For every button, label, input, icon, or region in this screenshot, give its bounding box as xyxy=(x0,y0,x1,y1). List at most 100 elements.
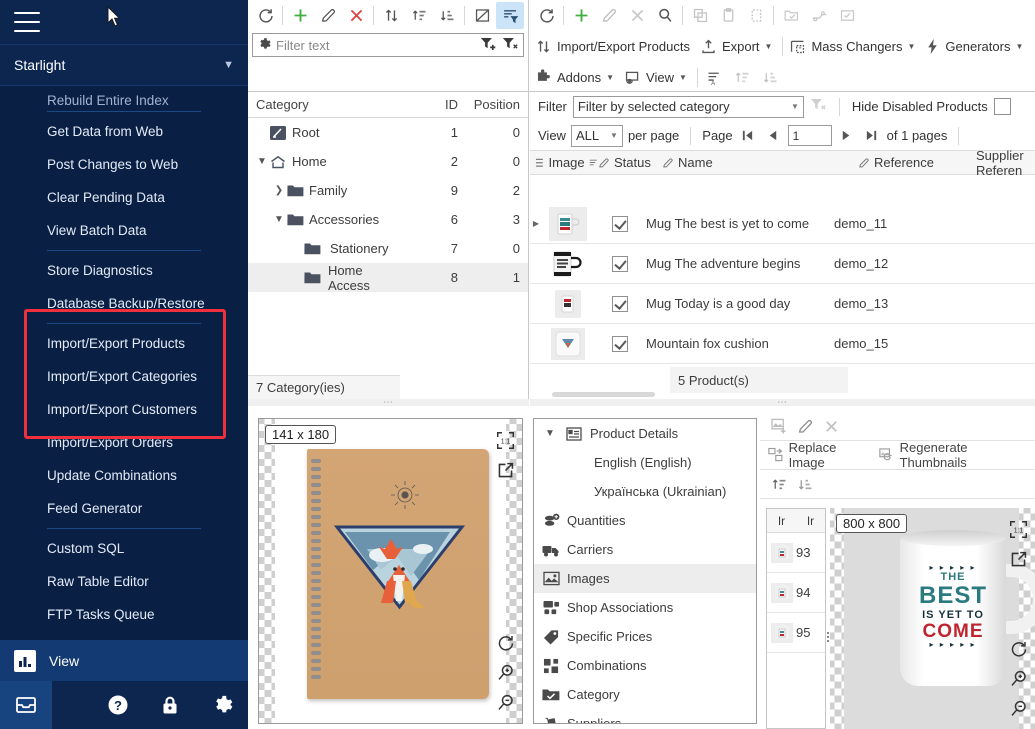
generators-button[interactable]: Generators ▼ xyxy=(922,33,1030,60)
status-checkbox[interactable] xyxy=(612,216,628,232)
category-row-family[interactable]: ❯ Family 9 2 xyxy=(248,176,528,205)
lock-icon[interactable] xyxy=(144,681,196,729)
add-image-icon[interactable] xyxy=(766,413,792,439)
fit-1to1-icon[interactable]: 1:1 xyxy=(1005,514,1031,544)
addons-button[interactable]: Addons ▼ xyxy=(532,64,621,91)
sidebar-item-post-changes-to-web[interactable]: Post Changes to Web xyxy=(0,148,248,181)
export-button[interactable]: Export ▼ xyxy=(697,33,780,60)
sidebar-item-view-batch-data[interactable]: View Batch Data xyxy=(0,214,248,247)
sidebar-item-rebuild-entire-index[interactable]: Rebuild Entire Index xyxy=(0,86,248,108)
column-header-image-id[interactable]: Ir xyxy=(796,509,825,532)
horizontal-scrollbar[interactable] xyxy=(552,392,655,397)
twisty-right-icon[interactable]: ❯ xyxy=(271,185,287,196)
column-header-supplier-reference[interactable]: Supplier Referen xyxy=(976,148,1035,178)
sort-asc-icon[interactable] xyxy=(766,471,792,497)
page-number-input[interactable]: 1 xyxy=(788,125,832,146)
refresh-icon[interactable] xyxy=(532,2,560,29)
zoom-in-icon[interactable] xyxy=(492,657,518,687)
filter-clear-icon[interactable] xyxy=(502,36,519,55)
filter-add-icon[interactable] xyxy=(480,36,497,55)
column-header-image-thumb[interactable]: Ir xyxy=(767,509,796,532)
refresh-icon[interactable] xyxy=(251,2,279,29)
rotate-icon[interactable] xyxy=(1005,633,1031,663)
column-header-image[interactable]: Image xyxy=(549,155,585,170)
category-row-home-access[interactable]: Home Access 8 1 xyxy=(248,263,528,292)
column-header-id[interactable]: ID xyxy=(400,97,458,112)
per-page-combo[interactable]: ALL ▼ xyxy=(571,125,623,147)
sidebar-item-feed-generator[interactable]: Feed Generator xyxy=(0,492,248,525)
first-page-button[interactable] xyxy=(738,126,758,146)
product-details-item-combinations[interactable]: Combinations xyxy=(534,651,756,680)
regenerate-thumbnails-button[interactable]: Regenerate Thumbnails xyxy=(877,442,1035,468)
product-details-item-ukrainian[interactable]: Українська (Ukrainian) xyxy=(534,477,756,506)
prev-page-button[interactable] xyxy=(763,126,783,146)
next-page-button[interactable] xyxy=(837,126,857,146)
sidebar-item-database-backup-restore[interactable]: Database Backup/Restore xyxy=(0,287,248,320)
product-details-item-carriers[interactable]: Carriers xyxy=(534,535,756,564)
sidebar-item-get-data-from-web[interactable]: Get Data from Web xyxy=(0,115,248,148)
category-filter-combo[interactable]: Filter by selected category ▼ xyxy=(573,96,804,118)
product-details-item-english[interactable]: English (English) xyxy=(534,448,756,477)
move-icon[interactable] xyxy=(377,2,405,29)
list-item[interactable]: 94 xyxy=(767,573,825,613)
sort-desc-icon[interactable] xyxy=(792,471,818,497)
zoom-out-icon[interactable] xyxy=(492,687,518,717)
zoom-out-icon[interactable] xyxy=(1005,693,1031,723)
sidebar-item-outgoing-email[interactable]: Outgoing Email xyxy=(0,631,248,640)
edit-icon[interactable] xyxy=(792,413,818,439)
product-details-item-images[interactable]: Images xyxy=(534,564,756,593)
product-status-cell[interactable] xyxy=(594,216,646,232)
column-header-position[interactable]: Position xyxy=(458,97,528,112)
category-row-root[interactable]: › Root 1 0 xyxy=(248,118,528,147)
open-external-icon[interactable] xyxy=(492,455,518,485)
splitter-right[interactable]: ⋯ xyxy=(530,399,1035,406)
product-details-item-specific-prices[interactable]: Specific Prices xyxy=(534,622,756,651)
table-row[interactable]: ▶ Mug The best is yet to come demo_11 xyxy=(530,204,1035,244)
image-preview-left[interactable]: 141 x 180 xyxy=(258,418,523,724)
sidebar-item-import-export-customers[interactable]: Import/Export Customers xyxy=(0,393,248,426)
expand-row-icon[interactable]: ▶ xyxy=(530,219,542,228)
product-status-cell[interactable] xyxy=(594,256,646,272)
splitter-left[interactable]: ⋯ xyxy=(248,399,529,406)
search-icon[interactable] xyxy=(651,2,679,29)
hide-disabled-products-checkbox[interactable] xyxy=(994,98,1011,115)
twisty-down-icon[interactable]: ▼ xyxy=(254,156,270,167)
filter-list-icon[interactable] xyxy=(496,2,524,29)
category-row-accessories[interactable]: ▼ Accessories 6 3 xyxy=(248,205,528,234)
mass-changers-button[interactable]: * Mass Changers ▼ xyxy=(786,33,922,60)
sidebar-item-view[interactable]: View xyxy=(0,640,248,681)
table-row[interactable]: Mug Today is a good day demo_13 xyxy=(530,284,1035,324)
twisty-down-icon[interactable]: ▼ xyxy=(271,214,287,225)
product-details-item-quantities[interactable]: Quantities xyxy=(534,506,756,535)
add-icon[interactable] xyxy=(286,2,314,29)
sidebar-item-update-combinations[interactable]: Update Combinations xyxy=(0,459,248,492)
zoom-in-icon[interactable] xyxy=(1005,663,1031,693)
hamburger-menu-icon[interactable] xyxy=(14,12,40,32)
table-row[interactable]: Mug The adventure begins demo_12 xyxy=(530,244,1035,284)
sidebar-item-custom-sql[interactable]: Custom SQL xyxy=(0,532,248,565)
rotate-icon[interactable] xyxy=(492,627,518,657)
settings-icon[interactable] xyxy=(196,681,248,729)
image-preview-right[interactable]: 800 x 800 ▸ ▸ ▸ ▸ ▸ THE BEST IS YET TO C… xyxy=(830,508,1035,729)
sidebar-item-ftp-tasks-queue[interactable]: FTP Tasks Queue xyxy=(0,598,248,631)
category-row-home[interactable]: ▼ Home 2 0 xyxy=(248,147,528,176)
column-header-name[interactable]: Name xyxy=(678,155,713,170)
column-header-reference[interactable]: Reference xyxy=(874,155,934,170)
column-header-status[interactable]: Status xyxy=(614,155,651,170)
import-export-products-button[interactable]: Import/Export Products xyxy=(532,33,697,60)
help-icon[interactable]: ? xyxy=(92,681,144,729)
status-checkbox[interactable] xyxy=(612,296,628,312)
sidebar-item-import-export-products[interactable]: Import/Export Products xyxy=(0,327,248,360)
archive-icon[interactable] xyxy=(0,681,52,729)
view-button[interactable]: View ▼ xyxy=(621,64,694,91)
open-external-icon[interactable] xyxy=(1005,544,1031,574)
delete-icon[interactable] xyxy=(818,413,844,439)
status-checkbox[interactable] xyxy=(612,336,628,352)
sidebar-item-import-export-categories[interactable]: Import/Export Categories xyxy=(0,360,248,393)
sidebar-item-import-export-orders[interactable]: Import/Export Orders xyxy=(0,426,248,459)
sort-asc-icon[interactable] xyxy=(405,2,433,29)
sidebar-item-raw-table-editor[interactable]: Raw Table Editor xyxy=(0,565,248,598)
fit-1to1-icon[interactable]: 1:1 xyxy=(492,425,518,455)
add-icon[interactable] xyxy=(567,2,595,29)
category-row-stationery[interactable]: Stationery 7 0 xyxy=(248,234,528,263)
